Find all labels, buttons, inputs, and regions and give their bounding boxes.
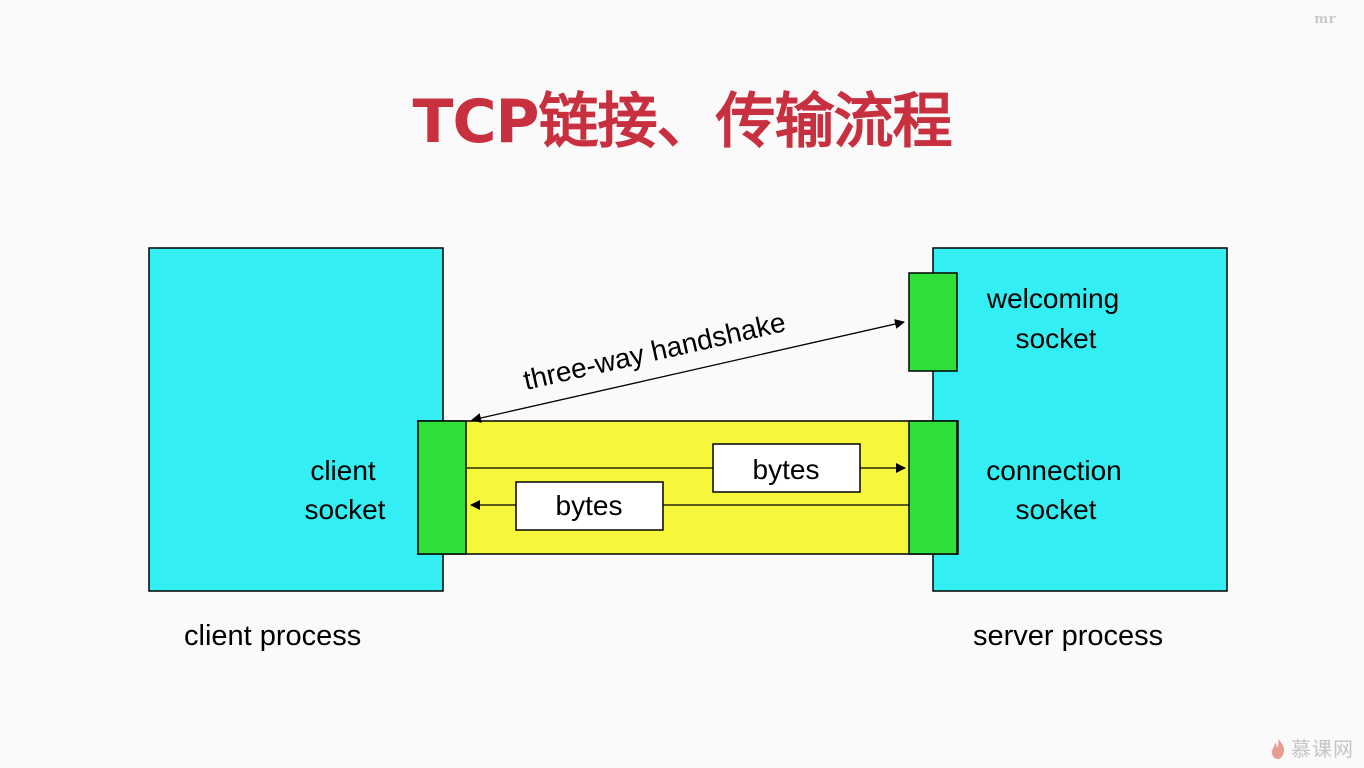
bytes-to-server-label: bytes	[753, 454, 820, 485]
flame-logo-icon	[1271, 736, 1285, 759]
watermark-text: 慕课网	[1291, 737, 1354, 761]
client-socket	[417, 420, 467, 555]
connection-socket	[908, 420, 958, 555]
client-socket-label-line2: socket	[305, 494, 386, 525]
connection-socket-label-line1: connection	[986, 455, 1121, 486]
connection-socket-label-line2: socket	[1016, 494, 1097, 525]
welcoming-socket-label-line2: socket	[1016, 323, 1097, 354]
client-process-box	[148, 247, 444, 592]
watermark: 慕课网	[1269, 733, 1354, 762]
server-process-caption: server process	[973, 620, 1164, 652]
slide: mr TCP链接、传输流程 three-way handshake bytes …	[0, 0, 1364, 768]
welcoming-socket-label-line1: welcoming	[986, 283, 1119, 314]
client-process-caption: client process	[184, 620, 362, 652]
bytes-to-client-label: bytes	[556, 490, 623, 521]
handshake-label: three-way handshake	[520, 306, 788, 396]
welcoming-socket	[908, 272, 958, 372]
tcp-connection-pipe	[417, 420, 959, 555]
client-socket-label-line1: client	[310, 455, 376, 486]
